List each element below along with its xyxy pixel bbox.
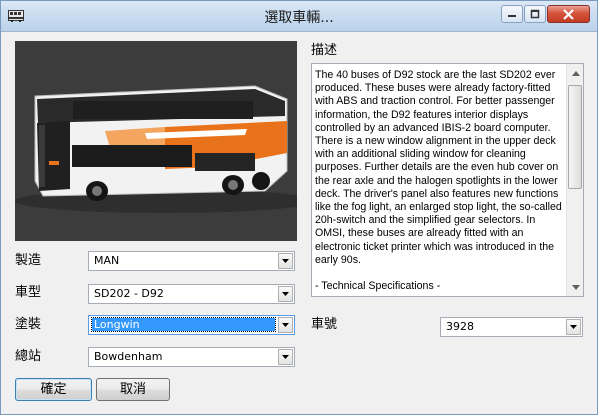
manufacturer-dropdown[interactable]: MAN [88, 251, 295, 271]
depot-dropdown-button[interactable] [278, 349, 293, 365]
model-value: SD202 - D92 [94, 287, 164, 300]
chevron-down-icon [282, 355, 289, 359]
depot-dropdown[interactable]: Bowdenham [88, 347, 295, 367]
maximize-button[interactable] [524, 5, 546, 23]
chevron-down-icon [570, 325, 577, 329]
manufacturer-label: 製造 [15, 253, 42, 268]
close-button[interactable] [547, 5, 590, 23]
bus-image [15, 41, 297, 241]
chevron-down-icon [571, 284, 580, 290]
chevron-down-icon [282, 292, 289, 296]
manufacturer-dropdown-button[interactable] [278, 253, 293, 269]
model-label: 車型 [15, 285, 42, 300]
depot-value: Bowdenham [94, 350, 163, 363]
livery-dropdown[interactable]: Longwin [88, 315, 295, 335]
title-bar[interactable]: 選取車輛... [1, 1, 597, 32]
fleet-number-dropdown-button[interactable] [566, 319, 581, 335]
minimize-icon [508, 15, 516, 17]
fleet-number-value: 3928 [446, 320, 474, 333]
chevron-up-icon [571, 70, 580, 76]
description-text: The 40 buses of D92 stock are the last S… [315, 69, 562, 293]
select-vehicle-dialog: 選取車輛... 描述 The 40 buses of D92 stock are… [0, 0, 598, 415]
model-dropdown[interactable]: SD202 - D92 [88, 284, 295, 304]
scroll-down-arrow[interactable] [568, 279, 583, 295]
minimize-button[interactable] [501, 5, 523, 23]
description-label: 描述 [311, 43, 338, 58]
chevron-down-icon [282, 259, 289, 263]
chevron-down-icon [282, 323, 289, 327]
livery-label: 塗裝 [15, 317, 42, 332]
fleet-number-dropdown[interactable]: 3928 [440, 317, 583, 337]
livery-dropdown-button[interactable] [278, 317, 293, 333]
model-dropdown-button[interactable] [278, 286, 293, 302]
cancel-button[interactable]: 取消 [96, 378, 170, 401]
depot-label: 總站 [15, 349, 42, 364]
manufacturer-value: MAN [94, 254, 120, 267]
maximize-icon [530, 9, 540, 19]
livery-value: Longwin [91, 317, 276, 332]
scroll-up-arrow[interactable] [568, 65, 583, 81]
ok-button[interactable]: 確定 [15, 378, 92, 401]
description-scrollbar[interactable] [566, 64, 583, 296]
scroll-thumb[interactable] [568, 85, 582, 189]
vehicle-preview [15, 41, 297, 241]
fleet-number-label: 車號 [311, 317, 338, 332]
close-icon [563, 8, 574, 20]
description-textbox[interactable]: The 40 buses of D92 stock are the last S… [311, 63, 584, 297]
